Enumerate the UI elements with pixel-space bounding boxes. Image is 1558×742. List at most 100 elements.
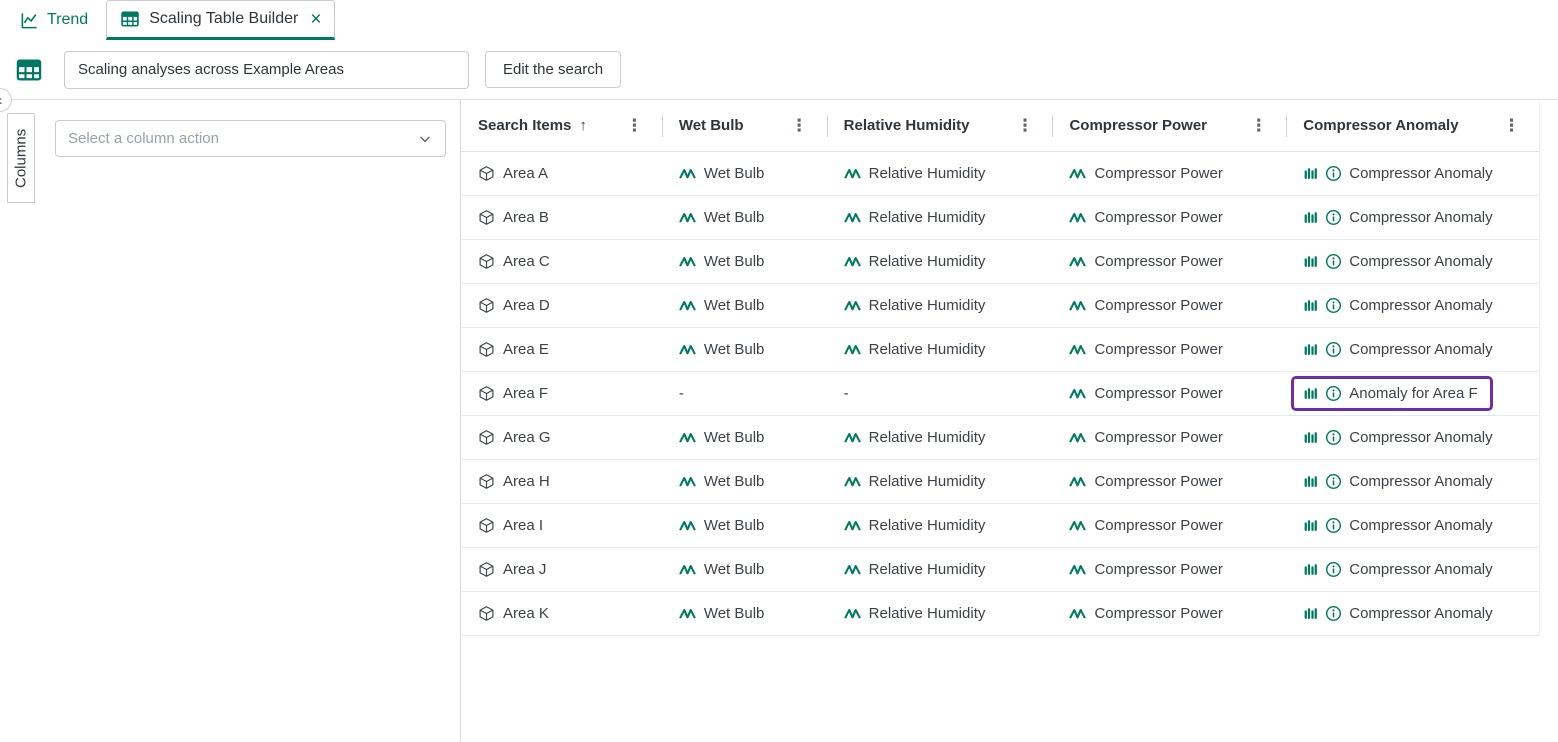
wet-bulb-cell-label: Wet Bulb: [704, 429, 765, 446]
compressor-power-cell-label: Compressor Power: [1094, 429, 1222, 446]
table-row[interactable]: Area C Wet Bulb Relative Humidity Compre…: [461, 240, 1539, 284]
sort-ascending-icon[interactable]: ↑: [579, 117, 587, 134]
column-header-relative-humidity[interactable]: Relative Humidity ⋮: [827, 100, 1053, 151]
close-icon[interactable]: ×: [310, 10, 321, 29]
column-header-compressor-power[interactable]: Compressor Power ⋮: [1052, 100, 1286, 151]
compressor-anomaly-cell-label: Compressor Anomaly: [1349, 517, 1492, 534]
signal-icon: [844, 211, 861, 225]
info-icon[interactable]: [1325, 209, 1342, 226]
table-row[interactable]: Area A Wet Bulb Relative Humidity Compre…: [461, 152, 1539, 196]
wet-bulb-cell-label: Wet Bulb: [704, 209, 765, 226]
wet-bulb-cell-label: Wet Bulb: [704, 297, 765, 314]
info-icon[interactable]: [1325, 517, 1342, 534]
info-icon[interactable]: [1325, 341, 1342, 358]
info-icon[interactable]: [1325, 297, 1342, 314]
kebab-menu-icon[interactable]: ⋮: [1012, 115, 1037, 136]
compressor-anomaly-cell-label: Compressor Anomaly: [1349, 165, 1492, 182]
signal-icon: [1069, 299, 1086, 313]
table-row[interactable]: Area F - - Compressor Power Anomaly for …: [461, 372, 1539, 416]
table-row[interactable]: Area I Wet Bulb Relative Humidity Compre…: [461, 504, 1539, 548]
search-item-label: Area C: [503, 253, 550, 270]
table-row[interactable]: Area G Wet Bulb Relative Humidity Compre…: [461, 416, 1539, 460]
signal-icon: [1069, 387, 1086, 401]
table-row[interactable]: Area J Wet Bulb Relative Humidity Compre…: [461, 548, 1539, 592]
tab-scaling-table-builder[interactable]: Scaling Table Builder ×: [106, 0, 335, 40]
compressor-power-cell-label: Compressor Power: [1094, 561, 1222, 578]
column-header-label: Compressor Power: [1069, 117, 1207, 134]
table-builder-mode-button[interactable]: [14, 55, 44, 85]
compressor-power-cell-label: Compressor Power: [1094, 517, 1222, 534]
compressor-anomaly-cell-label: Compressor Anomaly: [1349, 561, 1492, 578]
signal-icon: [679, 299, 696, 313]
table-row[interactable]: Area K Wet Bulb Relative Humidity Compre…: [461, 592, 1539, 636]
condition-icon: [1303, 341, 1318, 358]
info-icon[interactable]: [1325, 561, 1342, 578]
wet-bulb-cell-label: Wet Bulb: [704, 561, 765, 578]
table-row[interactable]: Area B Wet Bulb Relative Humidity Compre…: [461, 196, 1539, 240]
info-icon[interactable]: [1325, 473, 1342, 490]
signal-icon: [844, 255, 861, 269]
signal-icon: [1069, 607, 1086, 621]
search-item-label: Area B: [503, 209, 549, 226]
kebab-menu-icon[interactable]: ⋮: [1499, 115, 1524, 136]
column-action-select[interactable]: Select a column action: [55, 120, 446, 157]
wet-bulb-cell-label: Wet Bulb: [704, 605, 765, 622]
column-header-compressor-anomaly[interactable]: Compressor Anomaly ⋮: [1286, 100, 1539, 151]
table-row[interactable]: Area E Wet Bulb Relative Humidity Compre…: [461, 328, 1539, 372]
search-item-label: Area E: [503, 341, 549, 358]
compressor-anomaly-cell-label: Compressor Anomaly: [1349, 341, 1492, 358]
condition-icon: [1303, 297, 1318, 314]
signal-icon: [679, 431, 696, 445]
highlighted-anomaly-cell[interactable]: Anomaly for Area F: [1291, 376, 1492, 411]
tab-trend-label: Trend: [47, 11, 88, 29]
relative-humidity-cell-label: Relative Humidity: [869, 605, 986, 622]
compressor-anomaly-cell-label: Compressor Anomaly: [1349, 605, 1492, 622]
info-icon[interactable]: [1325, 165, 1342, 182]
columns-panel-tab[interactable]: Columns: [7, 113, 35, 203]
search-input[interactable]: [64, 51, 469, 89]
column-header-search-items[interactable]: Search Items ↑ ⋮: [461, 100, 662, 151]
table-icon: [15, 56, 43, 84]
relative-humidity-cell-label: Relative Humidity: [869, 253, 986, 270]
wet-bulb-cell-label: Wet Bulb: [704, 341, 765, 358]
asset-cube-icon: [478, 297, 495, 314]
edit-search-button[interactable]: Edit the search: [485, 51, 621, 88]
relative-humidity-cell-label: Relative Humidity: [869, 165, 986, 182]
signal-icon: [679, 519, 696, 533]
kebab-menu-icon[interactable]: ⋮: [622, 115, 647, 136]
compressor-anomaly-cell-label: Compressor Anomaly: [1349, 253, 1492, 270]
column-header-label: Compressor Anomaly: [1303, 117, 1458, 134]
compressor-power-cell-label: Compressor Power: [1094, 209, 1222, 226]
info-icon[interactable]: [1325, 253, 1342, 270]
chevron-left-icon: ‹: [0, 92, 3, 109]
compressor-anomaly-cell-label: Compressor Anomaly: [1349, 209, 1492, 226]
compressor-anomaly-cell-label: Compressor Anomaly: [1349, 429, 1492, 446]
signal-icon: [679, 167, 696, 181]
table-row[interactable]: Area H Wet Bulb Relative Humidity Compre…: [461, 460, 1539, 504]
signal-icon: [679, 211, 696, 225]
kebab-menu-icon[interactable]: ⋮: [787, 115, 812, 136]
compressor-power-cell-label: Compressor Power: [1094, 605, 1222, 622]
search-item-label: Area D: [503, 297, 550, 314]
signal-icon: [1069, 167, 1086, 181]
search-item-label: Area A: [503, 165, 548, 182]
info-icon[interactable]: [1325, 385, 1342, 402]
compressor-power-cell-label: Compressor Power: [1094, 253, 1222, 270]
condition-icon: [1303, 209, 1318, 226]
worksheet-tab-bar: Trend Scaling Table Builder ×: [0, 0, 1558, 40]
info-icon[interactable]: [1325, 429, 1342, 446]
content-area: ‹ Columns Select a column action Search …: [0, 100, 1558, 742]
table-header-row: Search Items ↑ ⋮ Wet Bulb ⋮ Relative Hum…: [461, 100, 1539, 152]
compressor-anomaly-cell-label: Compressor Anomaly: [1349, 473, 1492, 490]
signal-icon: [844, 431, 861, 445]
table-row[interactable]: Area D Wet Bulb Relative Humidity Compre…: [461, 284, 1539, 328]
signal-icon: [679, 607, 696, 621]
info-icon[interactable]: [1325, 605, 1342, 622]
relative-humidity-cell-label: Relative Humidity: [869, 517, 986, 534]
signal-icon: [1069, 563, 1086, 577]
column-header-wet-bulb[interactable]: Wet Bulb ⋮: [662, 100, 827, 151]
search-item-label: Area F: [503, 385, 548, 402]
tab-trend[interactable]: Trend: [12, 0, 96, 40]
signal-icon: [844, 607, 861, 621]
kebab-menu-icon[interactable]: ⋮: [1246, 115, 1271, 136]
